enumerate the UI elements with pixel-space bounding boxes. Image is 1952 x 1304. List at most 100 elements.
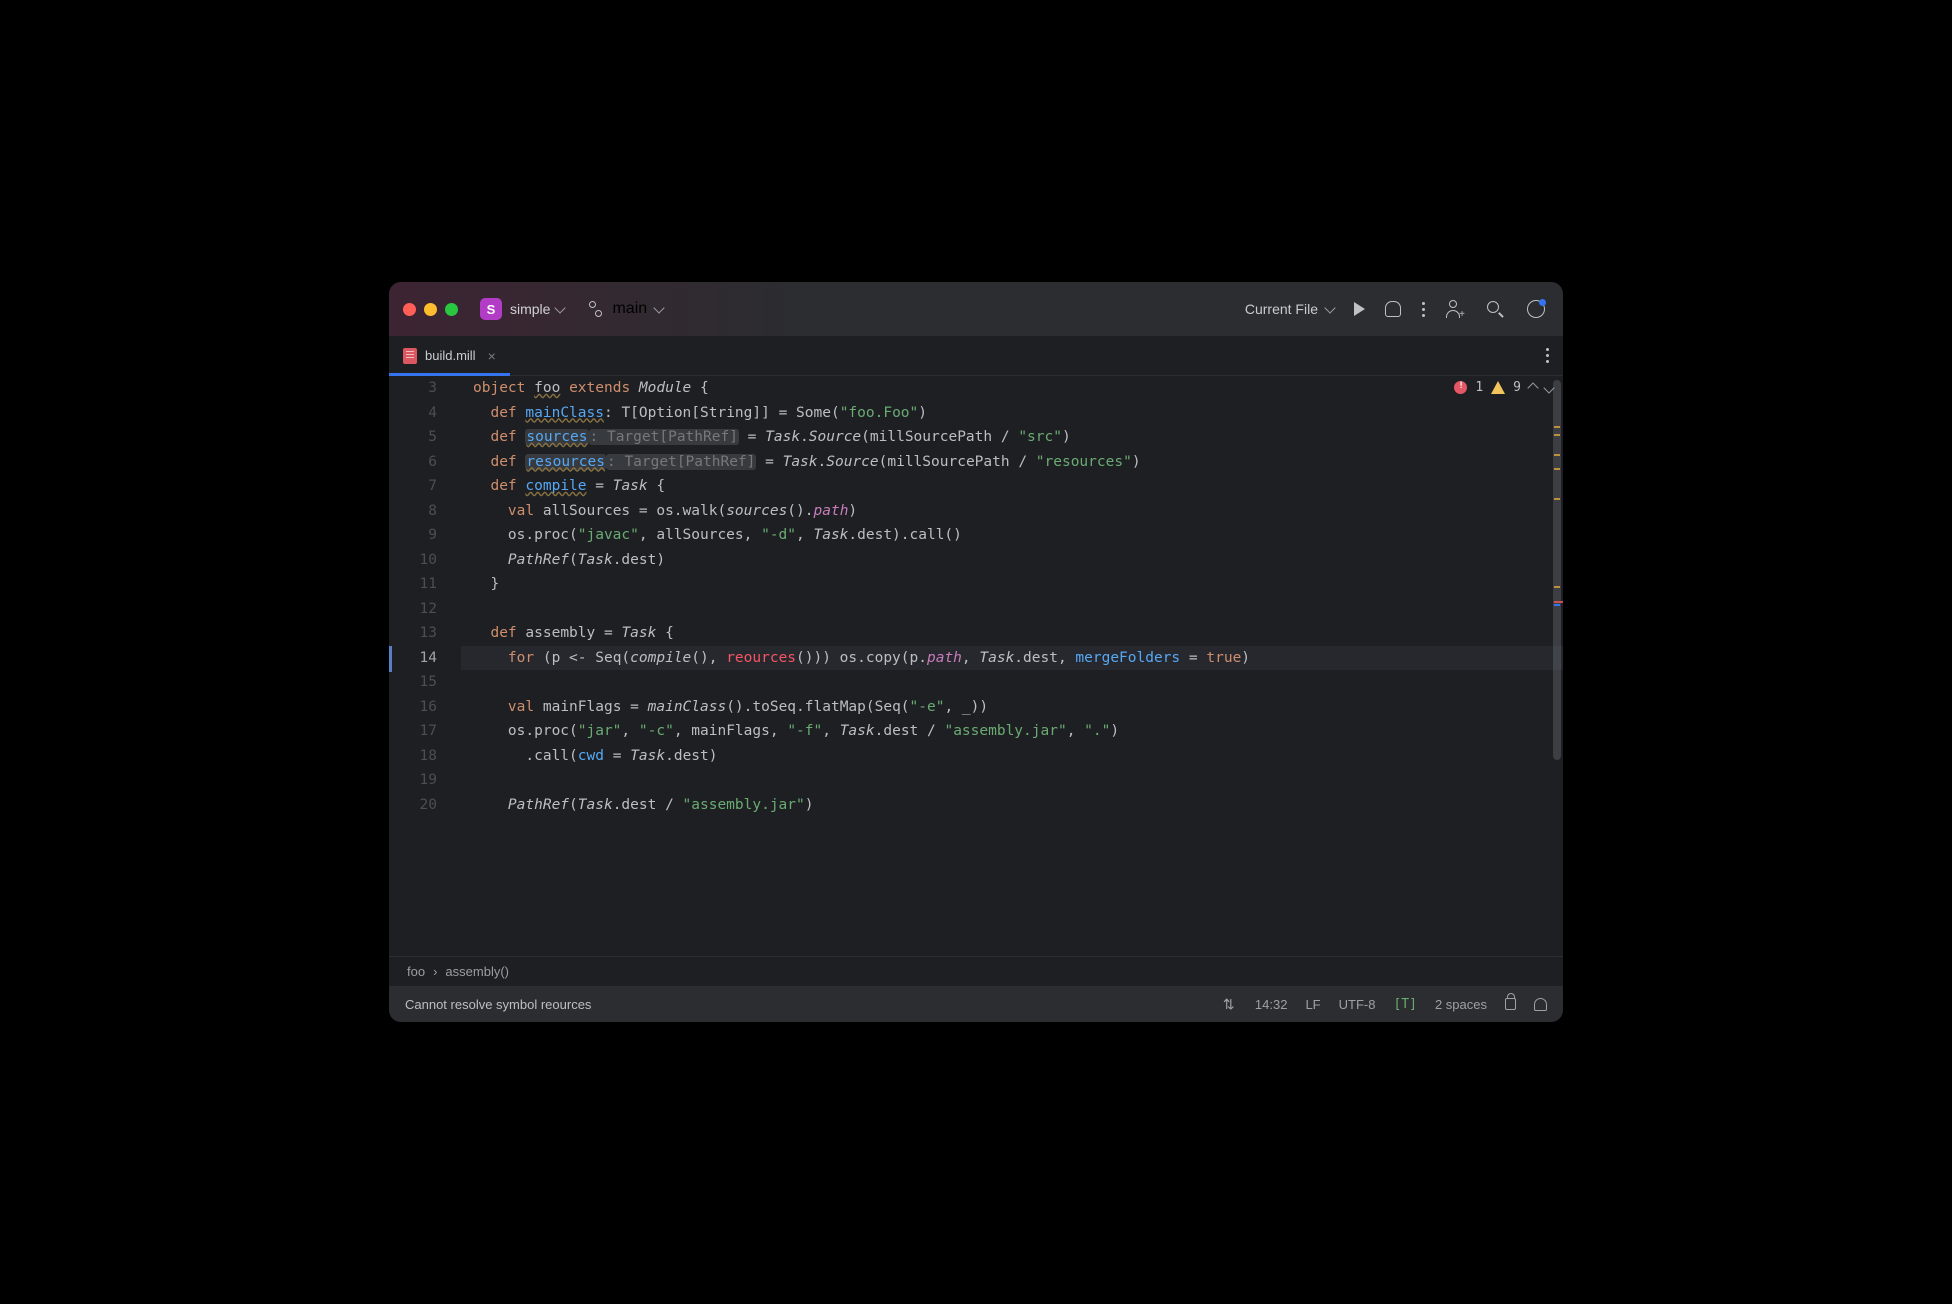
line-number[interactable]: 9 xyxy=(389,523,437,548)
info-marker[interactable] xyxy=(1554,604,1560,606)
maximize-window-button[interactable] xyxy=(445,303,458,316)
code-line xyxy=(461,768,1563,793)
breadcrumb-separator-icon: › xyxy=(433,964,437,979)
line-col-widget[interactable]: 14:32 xyxy=(1255,997,1288,1012)
code-line: .call(cwd = Task.dest) xyxy=(461,744,1563,769)
indent-widget[interactable]: 2 spaces xyxy=(1435,997,1487,1012)
line-number[interactable]: 6 xyxy=(389,450,437,475)
encoding-widget[interactable]: UTF-8 xyxy=(1339,997,1376,1012)
tab-more-button[interactable] xyxy=(1545,348,1549,363)
line-number[interactable]: 4 xyxy=(389,401,437,426)
editor-tabs: build.mill × xyxy=(389,336,1563,376)
chevron-down-icon xyxy=(1324,302,1335,313)
line-number[interactable]: 11 xyxy=(389,572,437,597)
line-number[interactable]: 10 xyxy=(389,548,437,573)
line-number[interactable]: 5 xyxy=(389,425,437,450)
code-line: } xyxy=(461,572,1563,597)
code-line: def mainClass: T[Option[String]] = Some(… xyxy=(461,401,1563,426)
project-name[interactable]: simple xyxy=(510,301,550,317)
run-button[interactable] xyxy=(1354,302,1365,316)
vcs-branch-widget[interactable]: main xyxy=(588,300,663,318)
line-number[interactable]: 7 xyxy=(389,474,437,499)
line-number[interactable]: 18 xyxy=(389,744,437,769)
warning-marker[interactable] xyxy=(1554,454,1560,456)
code-line: val mainFlags = mainClass().toSeq.flatMa… xyxy=(461,695,1563,720)
project-badge[interactable]: S xyxy=(480,298,502,320)
line-number[interactable]: 20 xyxy=(389,793,437,818)
scrollbar-thumb[interactable] xyxy=(1553,380,1561,760)
titlebar-right-icons: + xyxy=(1445,300,1545,318)
error-icon xyxy=(1454,381,1467,394)
line-number[interactable]: 16 xyxy=(389,695,437,720)
swap-indicator[interactable]: ⇅ xyxy=(1223,996,1237,1013)
tab-build-mill[interactable]: build.mill × xyxy=(389,336,510,375)
settings-icon[interactable] xyxy=(1527,300,1545,318)
branch-name: main xyxy=(612,300,647,318)
line-separator-widget[interactable]: LF xyxy=(1305,997,1320,1012)
minimize-window-button[interactable] xyxy=(424,303,437,316)
close-window-button[interactable] xyxy=(403,303,416,316)
inspections-widget[interactable]: 1 9 xyxy=(1454,380,1553,395)
status-message: Cannot resolve symbol reources xyxy=(405,997,591,1012)
warning-marker[interactable] xyxy=(1554,426,1560,428)
warning-icon xyxy=(1491,381,1505,394)
code-line xyxy=(461,670,1563,695)
code-line: def resources: Target[PathRef] = Task.So… xyxy=(461,450,1563,475)
code-line xyxy=(461,597,1563,622)
next-highlight-button[interactable] xyxy=(1543,382,1554,393)
warning-marker[interactable] xyxy=(1554,434,1560,436)
notifications-bell-icon[interactable] xyxy=(1534,998,1547,1011)
code-with-me-icon[interactable]: + xyxy=(1445,300,1463,318)
ide-window: S simple main Current File + build.m xyxy=(389,282,1563,1022)
run-config-label: Current File xyxy=(1245,301,1318,317)
code-area[interactable]: object foo extends Module { def mainClas… xyxy=(461,376,1563,956)
warning-count: 9 xyxy=(1513,380,1521,395)
code-line: PathRef(Task.dest / "assembly.jar") xyxy=(461,793,1563,818)
chevron-down-icon[interactable] xyxy=(555,302,566,313)
gutter: 3 4 5 6 7 8 9 10 11 12 13 14 15 16 17 18… xyxy=(389,376,461,956)
error-marker[interactable] xyxy=(1554,601,1563,603)
code-line: os.proc("jar", "-c", mainFlags, "-f", Ta… xyxy=(461,719,1563,744)
code-line: def sources: Target[PathRef] = Task.Sour… xyxy=(461,425,1563,450)
editor-scrollbar[interactable] xyxy=(1551,376,1563,956)
warning-marker[interactable] xyxy=(1554,468,1560,470)
warning-marker[interactable] xyxy=(1554,498,1560,500)
prev-highlight-button[interactable] xyxy=(1527,382,1538,393)
mill-file-icon xyxy=(403,348,417,364)
close-tab-button[interactable]: × xyxy=(488,348,496,364)
line-number[interactable]: 19 xyxy=(389,768,437,793)
search-icon[interactable] xyxy=(1487,301,1503,317)
breadcrumb-segment[interactable]: foo xyxy=(407,964,425,979)
tab-mode-indicator[interactable]: [T] xyxy=(1393,997,1416,1012)
code-line: val allSources = os.walk(sources().path) xyxy=(461,499,1563,524)
notification-dot-icon xyxy=(1539,299,1546,306)
breadcrumb-segment[interactable]: assembly() xyxy=(445,964,509,979)
line-number[interactable]: 8 xyxy=(389,499,437,524)
readonly-lock-icon[interactable] xyxy=(1505,998,1516,1010)
branch-icon xyxy=(588,301,604,317)
code-line: object foo extends Module { xyxy=(461,376,1563,401)
tab-filename: build.mill xyxy=(425,348,476,363)
code-line: os.proc("javac", allSources, "-d", Task.… xyxy=(461,523,1563,548)
line-number[interactable]: 14 xyxy=(389,646,437,671)
debug-button[interactable] xyxy=(1385,301,1401,317)
code-line: for (p <- Seq(compile(), reources())) os… xyxy=(461,646,1563,671)
status-bar: Cannot resolve symbol reources ⇅ 14:32 L… xyxy=(389,986,1563,1022)
line-number[interactable]: 13 xyxy=(389,621,437,646)
code-line: def assembly = Task { xyxy=(461,621,1563,646)
titlebar: S simple main Current File + xyxy=(389,282,1563,336)
line-number[interactable]: 12 xyxy=(389,597,437,622)
code-line: PathRef(Task.dest) xyxy=(461,548,1563,573)
window-controls xyxy=(403,303,458,316)
more-actions-button[interactable] xyxy=(1421,302,1425,317)
line-number[interactable]: 15 xyxy=(389,670,437,695)
warning-marker[interactable] xyxy=(1554,586,1560,588)
line-number[interactable]: 3 xyxy=(389,376,437,401)
code-line: def compile = Task { xyxy=(461,474,1563,499)
breadcrumb: foo › assembly() xyxy=(389,956,1563,986)
run-config-select[interactable]: Current File xyxy=(1245,301,1334,317)
run-config-group: Current File xyxy=(1245,301,1425,317)
line-number[interactable]: 17 xyxy=(389,719,437,744)
chevron-down-icon xyxy=(653,302,664,313)
code-editor[interactable]: 1 9 3 4 5 6 7 8 9 10 11 12 13 14 15 16 1… xyxy=(389,376,1563,956)
